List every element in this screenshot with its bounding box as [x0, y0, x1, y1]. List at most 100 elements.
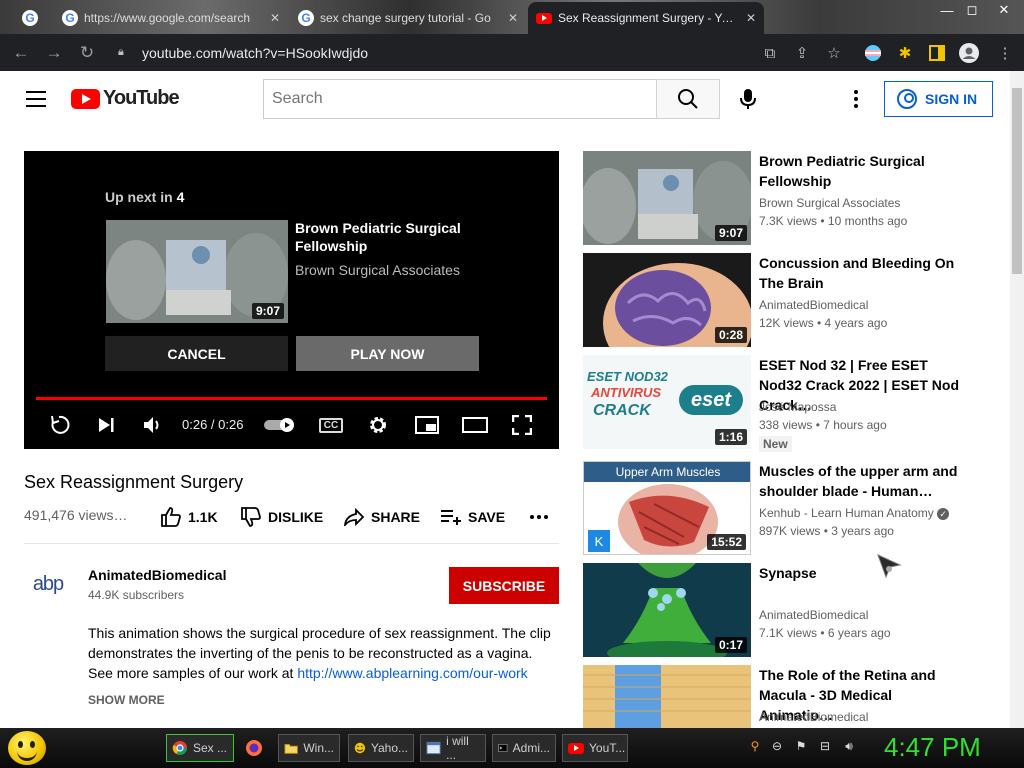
back-arrow-icon[interactable]: ← — [10, 42, 32, 64]
subscriber-count: 44.9K subscribers — [88, 588, 185, 602]
recommendation-title[interactable]: Synapse — [759, 563, 969, 583]
channel-avatar[interactable]: abp — [24, 560, 72, 608]
microphone-icon — [740, 89, 756, 109]
tab-google-1[interactable]: G — [14, 4, 54, 32]
video-thumbnail[interactable]: Upper Arm Muscles K 15:52 — [583, 461, 751, 555]
captions-icon[interactable]: CC — [318, 413, 344, 437]
taskbar-item-folder[interactable]: Win... — [278, 734, 340, 762]
miniplayer-icon[interactable] — [414, 413, 440, 437]
minimize-button[interactable]: — — [935, 0, 959, 20]
video-player[interactable]: Up next in 4 9:07 Brown Pediatric Surgic… — [24, 151, 559, 449]
cancel-autoplay-button[interactable]: CANCEL — [105, 336, 288, 371]
dislike-button[interactable]: DISLIKE — [240, 505, 323, 529]
side-panel-icon[interactable] — [926, 42, 948, 64]
extension-flag-icon[interactable] — [862, 42, 884, 64]
tab-youtube[interactable]: Sex Reassignment Surgery - YouT ✕ — [528, 2, 764, 34]
save-button[interactable]: SAVE — [440, 505, 505, 529]
taskbar-item-cmd[interactable]: Admi... — [492, 734, 556, 762]
description-link[interactable]: http://www.abplearning.com/our-work — [297, 665, 527, 681]
search-tray-icon[interactable]: ⚲ — [746, 737, 764, 755]
maximize-button[interactable]: ◻ — [960, 0, 984, 20]
share-icon[interactable]: ⇪ — [791, 42, 813, 64]
up-next-channel: Brown Surgical Associates — [295, 262, 460, 278]
taskbar-item-chrome[interactable]: Sex ... — [166, 734, 234, 762]
profile-icon[interactable] — [958, 42, 980, 64]
play-now-button[interactable]: PLAY NOW — [296, 336, 479, 371]
video-thumbnail[interactable]: 9:07 — [583, 151, 751, 245]
sign-in-label: SIGN IN — [925, 91, 978, 107]
sign-in-button[interactable]: SIGN IN — [884, 81, 993, 117]
fullscreen-icon[interactable] — [510, 413, 534, 437]
settings-gear-icon[interactable] — [366, 413, 390, 437]
recommendation-title[interactable]: Muscles of the upper arm and shoulder bl… — [759, 461, 969, 501]
next-video-icon[interactable] — [94, 413, 118, 437]
search-input[interactable] — [263, 79, 657, 119]
tab-label: https://www.google.com/search — [84, 11, 251, 25]
open-in-app-icon[interactable]: ⧉ — [759, 42, 781, 64]
system-clock[interactable]: 4:47 PM — [884, 732, 981, 763]
more-actions-icon[interactable] — [529, 505, 549, 529]
show-more-button[interactable]: SHOW MORE — [88, 693, 165, 707]
recommendation-item[interactable]: The Role of the Retina and Macula - 3D M… — [583, 665, 983, 728]
recommendation-item[interactable]: Upper Arm Muscles K 15:52 Muscles of the… — [583, 461, 983, 557]
taskbar-item-window[interactable]: i will ... — [420, 734, 486, 762]
voice-search-button[interactable] — [732, 83, 764, 115]
address-bar[interactable]: 🔒︎ youtube.com/watch?v=HSookIwdjdo — [108, 38, 856, 67]
duration-badge: 9:07 — [714, 225, 747, 241]
close-window-button[interactable]: ✕ — [992, 0, 1016, 20]
replay-icon[interactable] — [46, 413, 72, 437]
recommendation-title[interactable]: Brown Pediatric Surgical Fellowship — [759, 151, 969, 191]
youtube-icon — [536, 12, 552, 24]
up-next-thumbnail[interactable]: 9:07 — [106, 220, 288, 323]
recommendation-item[interactable]: 0:28 Concussion and Bleeding On The Brai… — [583, 253, 983, 349]
tab-label: Sex Reassignment Surgery - YouT — [558, 11, 740, 25]
recommendation-item[interactable]: 0:17 Synapse AnimatedBiomedical 7.1K vie… — [583, 563, 983, 659]
hamburger-menu-icon[interactable] — [26, 91, 46, 107]
browser-menu-icon[interactable]: ⋮ — [994, 42, 1016, 64]
volume-tray-icon[interactable]: 🔊︎ — [840, 737, 858, 755]
task-label: YouT... — [589, 741, 626, 755]
recommendation-item[interactable]: ESET NOD32 ANTIVIRUS CRACK eset 1:16 ESE… — [583, 355, 983, 452]
theater-mode-icon[interactable] — [461, 413, 489, 437]
reload-icon[interactable]: ↻ — [76, 42, 98, 64]
more-options-icon[interactable] — [846, 87, 866, 111]
progress-bar[interactable] — [36, 397, 547, 400]
minus-circle-tray-icon[interactable]: ⊖ — [768, 737, 786, 755]
taskbar-item-firefox[interactable] — [240, 734, 274, 762]
tab-google-search[interactable]: G https://www.google.com/search ✕ — [54, 4, 288, 32]
search-button[interactable] — [656, 79, 720, 119]
taskbar-item-youtube[interactable]: YouT... — [562, 734, 628, 762]
duration-badge: 0:17 — [714, 637, 747, 653]
tab-google-tutorial[interactable]: G sex change surgery tutorial - Go ✕ — [290, 4, 526, 32]
up-next-title[interactable]: Brown Pediatric Surgical Fellowship — [295, 219, 475, 255]
video-thumbnail[interactable]: ESET NOD32 ANTIVIRUS CRACK eset 1:16 — [583, 355, 751, 449]
start-button-smiley-icon[interactable] — [8, 731, 46, 765]
like-button[interactable]: 1.1K — [160, 505, 218, 529]
taskbar: Sex ... Win... Yaho... i will ... Admi..… — [0, 728, 1024, 768]
volume-icon[interactable] — [141, 413, 165, 437]
close-tab-icon[interactable]: ✕ — [508, 11, 518, 25]
scrollbar-thumb[interactable] — [1012, 88, 1022, 274]
subscribe-button[interactable]: SUBSCRIBE — [449, 567, 559, 604]
flag-tray-icon[interactable]: ⚑ — [792, 737, 810, 755]
forward-arrow-icon[interactable]: → — [43, 42, 65, 64]
share-button[interactable]: SHARE — [343, 505, 420, 529]
autoplay-toggle[interactable] — [262, 413, 298, 437]
extensions-puzzle-icon[interactable]: ✱ — [894, 42, 916, 64]
network-tray-icon[interactable]: ⊟ — [816, 737, 834, 755]
video-thumbnail[interactable]: 0:28 — [583, 253, 751, 347]
recommendation-title[interactable]: Concussion and Bleeding On The Brain — [759, 253, 969, 293]
recommendation-item[interactable]: 9:07 Brown Pediatric Surgical Fellowship… — [583, 151, 983, 247]
close-tab-icon[interactable]: ✕ — [270, 11, 280, 25]
taskbar-item-yahoo[interactable]: Yaho... — [348, 734, 414, 762]
video-thumbnail[interactable]: 0:17 — [583, 563, 751, 657]
video-thumbnail[interactable] — [583, 665, 751, 728]
view-count[interactable]: 491,476 views… — [24, 507, 128, 523]
bookmark-star-icon[interactable]: ☆ — [823, 42, 845, 64]
tab-label: sex change surgery tutorial - Go — [320, 11, 491, 25]
channel-name[interactable]: AnimatedBiomedical — [88, 567, 226, 583]
close-tab-icon[interactable]: ✕ — [746, 11, 756, 25]
captions-label: CC — [318, 417, 344, 433]
up-next-label: Up next in — [105, 189, 173, 205]
youtube-logo[interactable]: YouTube — [71, 87, 180, 110]
